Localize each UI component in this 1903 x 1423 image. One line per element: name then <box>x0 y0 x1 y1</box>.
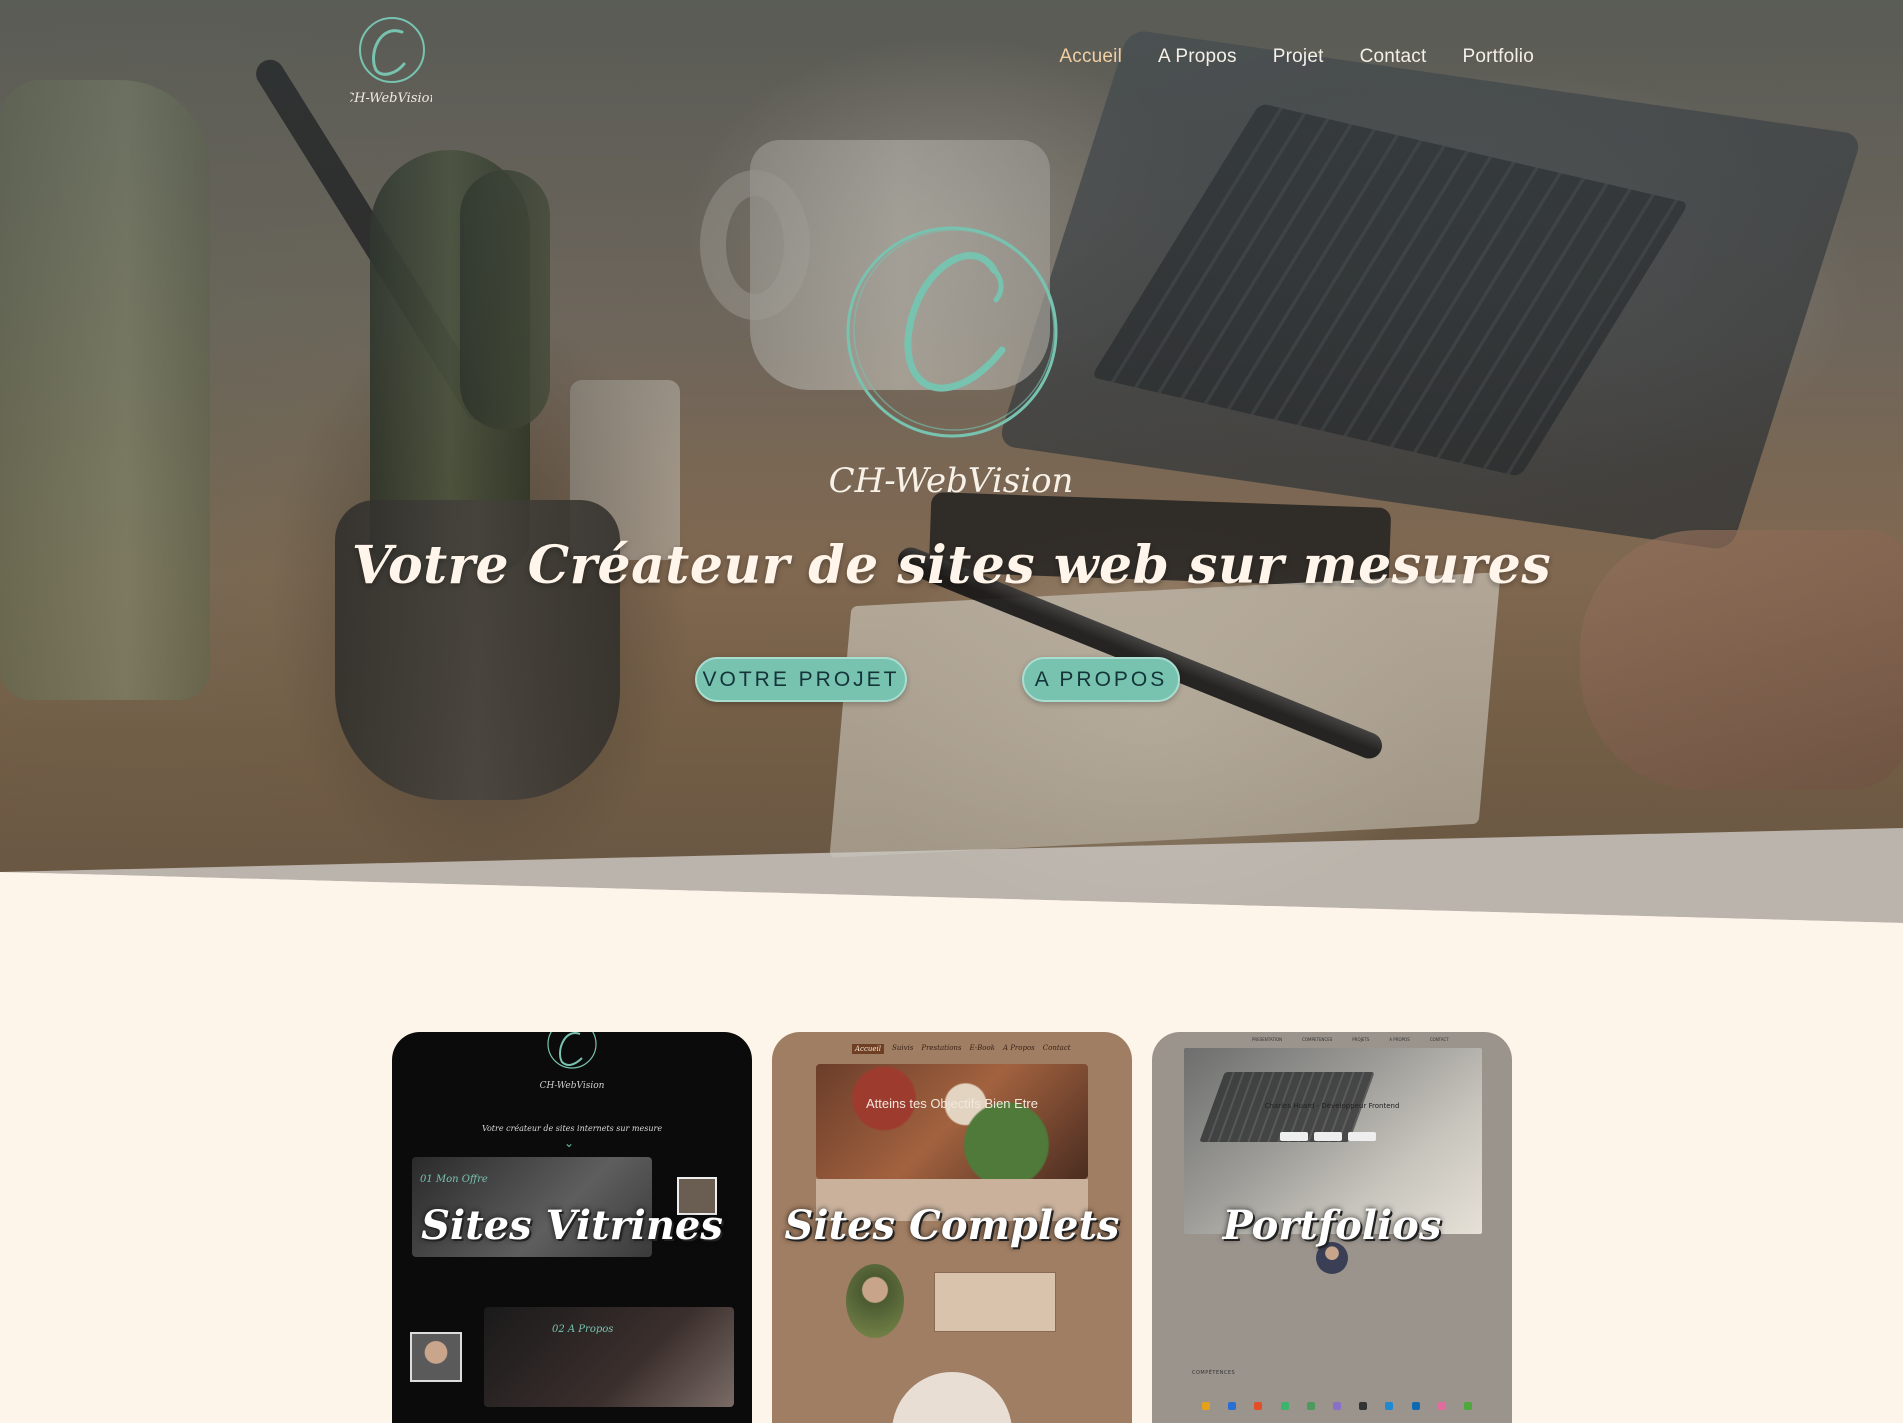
brand-logo[interactable]: CH-WebVision <box>350 14 432 110</box>
card-3-preview-nav-item: CONTACT <box>1429 1037 1449 1042</box>
card-3-preview-nav-item: A PROPOS <box>1389 1037 1410 1042</box>
card-3-preview-section-title: COMPÉTENCES <box>1192 1370 1236 1376</box>
votre-projet-button[interactable]: VOTRE PROJET <box>695 657 907 702</box>
brand-logo-text: CH-WebVision <box>350 91 432 106</box>
card-2-preview-nav-item: E-Book <box>969 1044 995 1052</box>
a-propos-button[interactable]: A PROPOS <box>1022 657 1180 702</box>
card-portfolios[interactable]: PRESENTATION COMPETENCES PROJETS A PROPO… <box>1152 1032 1512 1423</box>
card-2-preview-avatar <box>846 1264 904 1338</box>
card-sites-complets[interactable]: Accueil Suivis Prestations E-Book A Prop… <box>772 1032 1132 1423</box>
card-2-preview-hero-text: Atteins tes Objectifs Bien Etre <box>866 1096 1038 1111</box>
chevron-down-icon: ⌄ <box>564 1136 575 1150</box>
card-1-preview-panel-title: 01 Mon Offre <box>420 1174 488 1185</box>
card-1-preview-panel-2 <box>484 1307 734 1407</box>
card-3-preview-buttons <box>1280 1132 1376 1141</box>
card-3-preview-nav-item: COMPETENCES <box>1302 1037 1333 1042</box>
card-2-preview-nav: Accueil Suivis Prestations E-Book A Prop… <box>852 1044 1071 1054</box>
card-3-preview-hero-text: Charles Huard - Développeur Frontend <box>1264 1102 1400 1110</box>
hero-slant-divider <box>0 828 1903 925</box>
nav-item-contact[interactable]: Contact <box>1360 46 1427 68</box>
nav-item-projet[interactable]: Projet <box>1273 46 1324 68</box>
card-1-preview-logo-text: CH-WebVision <box>540 1081 604 1091</box>
nav-item-a-propos[interactable]: A Propos <box>1158 46 1237 68</box>
card-2-preview-nav-item: Prestations <box>921 1044 962 1052</box>
card-2-preview-arc <box>892 1372 1012 1423</box>
card-1-preview-logo: CH-WebVision <box>540 1032 604 1091</box>
card-3-preview-nav-item: PROJETS <box>1352 1037 1370 1042</box>
card-1-preview-panel-2-title: 02 A Propos <box>552 1324 614 1335</box>
card-2-preview-nav-item: Accueil <box>852 1044 885 1054</box>
card-2-label: Sites Complets <box>784 1202 1120 1249</box>
nav-item-accueil[interactable]: Accueil <box>1059 46 1122 68</box>
card-1-preview-portrait <box>410 1332 462 1382</box>
card-2-preview-nav-item: Contact <box>1042 1044 1071 1052</box>
card-2-preview-hero-image <box>816 1064 1088 1179</box>
card-3-preview-nav: PRESENTATION COMPETENCES PROJETS A PROPO… <box>1252 1037 1449 1042</box>
hero-logo-text: CH-WebVision <box>829 461 1074 501</box>
card-1-preview-tagline: Votre créateur de sites internets sur me… <box>481 1124 663 1133</box>
card-3-preview-skill-icons <box>1202 1402 1472 1410</box>
card-2-preview-nav-item: Suivis <box>892 1044 914 1052</box>
card-3-label: Portfolios <box>1222 1202 1442 1249</box>
card-3-preview-nav-item: PRESENTATION <box>1252 1037 1283 1042</box>
hero-title: Votre Créateur de sites web sur mesures <box>351 535 1552 596</box>
card-1-label: Sites Vitrines <box>421 1202 723 1249</box>
hero-section: CH-WebVision Accueil A Propos Projet Con… <box>0 0 1903 925</box>
nav-item-portfolio[interactable]: Portfolio <box>1462 46 1534 68</box>
card-2-preview-nav-item: A Propos <box>1002 1044 1035 1052</box>
card-sites-vitrines[interactable]: CH-WebVision Votre créateur de sites int… <box>392 1032 752 1423</box>
main-nav: Accueil A Propos Projet Contact Portfoli… <box>1059 46 1534 68</box>
hero-logo: CH-WebVision <box>829 226 1074 501</box>
card-2-preview-quote-box <box>934 1272 1056 1332</box>
